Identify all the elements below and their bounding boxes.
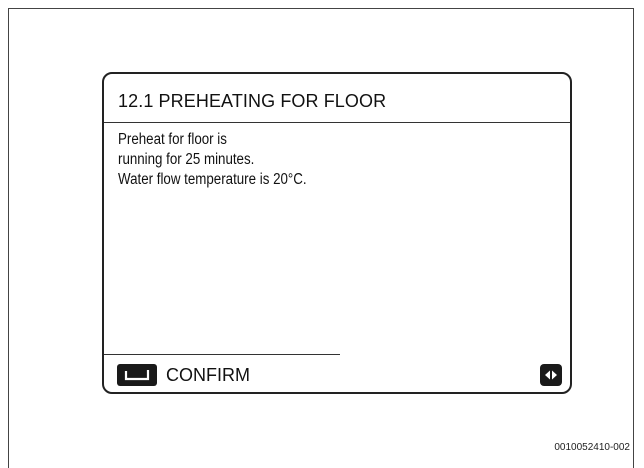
left-right-arrows-icon[interactable] (540, 364, 562, 386)
message-line-1: Preheat for floor is (118, 131, 227, 148)
enter-return-icon[interactable] (117, 364, 157, 386)
display-screen: 12.1 PREHEATING FOR FLOOR Preheat for fl… (102, 72, 572, 394)
message-line-3: Water flow temperature is 20°C. (118, 171, 307, 188)
message-text: Preheat for floor is running for 25 minu… (118, 130, 495, 190)
screen-title: 12.1 PREHEATING FOR FLOOR (118, 91, 387, 111)
figure-id: 0010052410-002 (554, 442, 630, 453)
confirm-button[interactable]: CONFIRM (166, 365, 250, 386)
message-line-2: running for 25 minutes. (118, 151, 255, 168)
title-divider (104, 122, 570, 123)
footer-divider (104, 354, 340, 355)
